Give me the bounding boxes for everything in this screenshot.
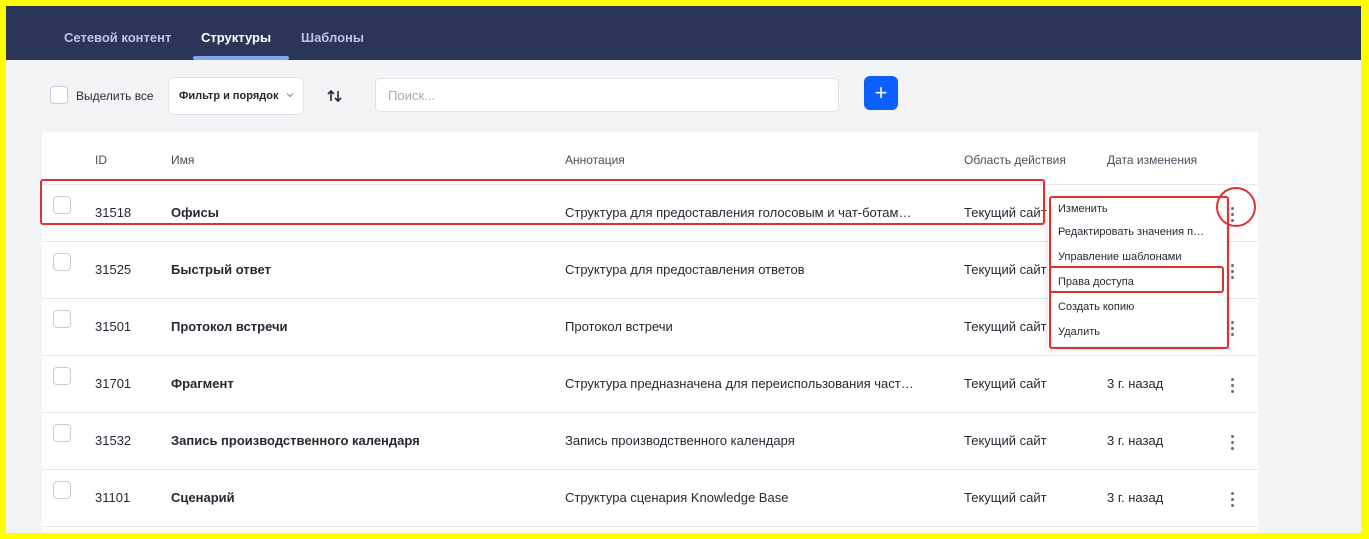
row-actions-kebab-icon[interactable] [1224,203,1242,225]
row-checkbox[interactable] [53,481,71,499]
sort-arrows-icon [327,89,342,103]
row-actions-kebab-icon[interactable] [1224,374,1242,396]
sort-order-button[interactable] [319,80,351,112]
row-actions-kebab-icon[interactable] [1224,317,1242,339]
select-all-checkbox[interactable] [50,86,68,104]
menu-item-manage-templates[interactable]: Управление шаблонами [1058,251,1218,263]
row-name[interactable]: Быстрый ответ [171,262,271,277]
row-name[interactable]: Сценарий [171,490,235,505]
row-annotation: Структура для предоставления голосовым и… [565,205,912,220]
table-row-partial [42,526,1258,533]
app-frame: Сетевой контент Структуры Шаблоны Выдели… [6,6,1361,533]
row-annotation: Протокол встречи [565,319,673,334]
row-actions-kebab-icon[interactable] [1224,431,1242,453]
column-header-modified[interactable]: Дата изменения [1107,153,1197,167]
row-actions-kebab-icon[interactable] [1224,260,1242,282]
row-modified: 3 г. назад [1107,433,1164,448]
row-annotation: Структура для предоставления ответов [565,262,805,277]
row-modified: 3 г. назад [1107,490,1164,505]
table-row[interactable]: 31701 Фрагмент Структура предназначена д… [42,355,1258,412]
row-name[interactable]: Протокол встречи [171,319,288,334]
tab-templates[interactable]: Шаблоны [301,30,364,45]
row-id: 31532 [95,433,132,448]
row-name[interactable]: Офисы [171,205,219,220]
menu-item-delete[interactable]: Удалить [1058,326,1218,338]
table-row[interactable]: 31532 Запись производственного календаря… [42,412,1258,469]
chevron-down-icon [286,93,294,98]
row-scope: Текущий сайт [964,490,1047,505]
row-name[interactable]: Фрагмент [171,376,234,391]
column-header-scope[interactable]: Область действия [964,153,1066,167]
row-actions-kebab-icon[interactable] [1224,488,1242,510]
filter-order-dropdown[interactable]: Фильтр и порядок [168,77,304,115]
row-checkbox[interactable] [53,310,71,328]
tab-network-content[interactable]: Сетевой контент [64,30,171,45]
row-scope: Текущий сайт [964,205,1047,220]
menu-item-copy[interactable]: Создать копию [1058,301,1218,313]
menu-item-edit-values[interactable]: Редактировать значения п… [1058,226,1218,238]
column-header-annotation[interactable]: Аннотация [565,153,625,167]
active-tab-indicator [193,56,289,60]
top-navigation: Сетевой контент Структуры Шаблоны [6,6,1361,60]
row-checkbox[interactable] [53,253,71,271]
row-id: 31701 [95,376,132,391]
row-modified: 3 г. назад [1107,376,1164,391]
row-actions-menu: Изменить Редактировать значения п… Управ… [1048,192,1226,346]
tab-structures[interactable]: Структуры [201,30,271,45]
row-scope: Текущий сайт [964,319,1047,334]
row-annotation: Запись производственного календаря [565,433,795,448]
row-scope: Текущий сайт [964,376,1047,391]
row-scope: Текущий сайт [964,262,1047,277]
column-header-name[interactable]: Имя [171,153,194,167]
column-header-id[interactable]: ID [95,153,107,167]
search-input[interactable] [375,78,839,112]
row-id: 31525 [95,262,132,277]
table-row[interactable]: 31101 Сценарий Структура сценария Knowle… [42,469,1258,526]
row-id: 31501 [95,319,132,334]
row-checkbox[interactable] [53,367,71,385]
select-all-label: Выделить все [76,89,154,103]
row-annotation: Структура предназначена для переиспользо… [565,376,914,391]
filter-order-label: Фильтр и порядок [179,90,279,102]
row-name[interactable]: Запись производственного календаря [171,433,420,448]
menu-item-permissions[interactable]: Права доступа [1058,276,1218,288]
add-button[interactable]: + [864,76,898,110]
row-id: 31101 [95,490,131,505]
row-checkbox[interactable] [53,424,71,442]
row-annotation: Структура сценария Knowledge Base [565,490,789,505]
row-id: 31518 [95,205,132,220]
row-checkbox[interactable] [53,196,71,214]
menu-item-edit[interactable]: Изменить [1058,203,1218,215]
row-scope: Текущий сайт [964,433,1047,448]
